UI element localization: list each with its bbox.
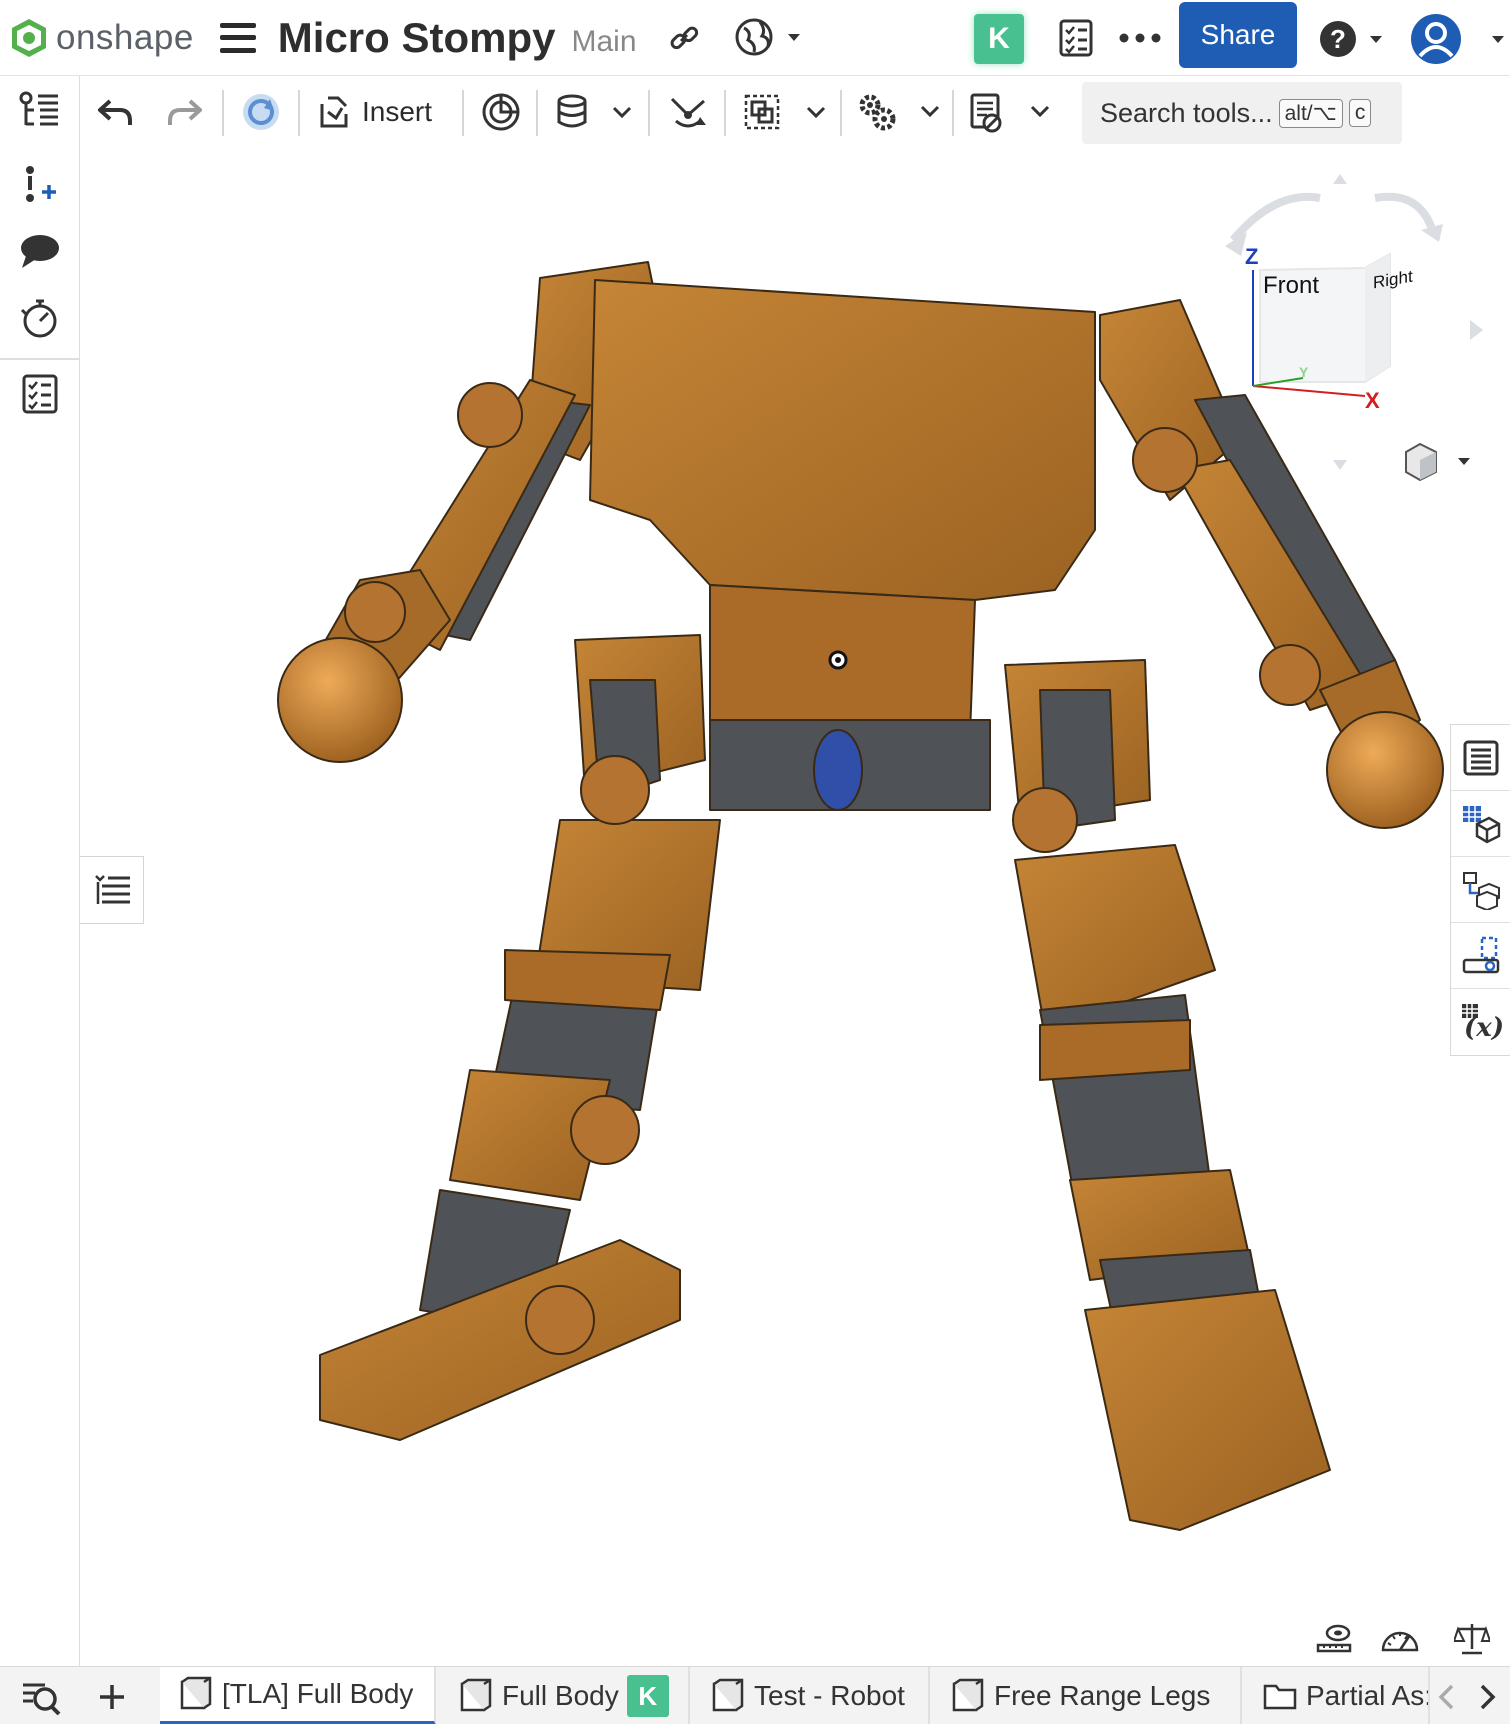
toolbar-divider [536,90,538,136]
tab-full-body[interactable]: Full Body K [440,1667,690,1724]
redo-icon[interactable] [162,88,206,136]
logo-text: onshape [56,17,194,57]
share-button[interactable]: Share [1179,2,1297,68]
variables-table-icon[interactable]: (x) [1451,989,1510,1055]
tab-tla-full-body[interactable]: [TLA] Full Body [160,1667,436,1724]
view-options-dropdown[interactable] [1398,440,1476,484]
axis-y-label: Y [1299,364,1309,380]
onshape-logo-icon [12,18,46,57]
group-dropdown[interactable] [742,88,830,136]
comments-icon[interactable] [18,228,62,272]
bom-checklist-icon[interactable] [18,372,62,416]
assembly-tab-icon [952,1678,984,1712]
history-timer-icon[interactable] [18,296,62,340]
axis-x-label: X [1365,388,1380,413]
tab-partial-assembly-folder[interactable]: Partial As: [1244,1667,1430,1724]
insert-icon [320,96,348,128]
add-variable-icon[interactable] [18,162,62,206]
view-cube-front[interactable]: Front [1263,272,1319,300]
assembly-tab-icon [180,1676,212,1710]
svg-text:(x): (x) [1464,1013,1502,1042]
search-placeholder: Search tools... [1100,97,1273,128]
public-globe-icon[interactable] [732,14,806,60]
axis-z-label: Z [1245,244,1259,269]
user-avatar-icon[interactable] [1408,12,1510,66]
tab-label: Test - Robot [754,1680,905,1711]
help-icon[interactable]: ? [1318,16,1390,62]
appearance-table-icon[interactable] [1451,791,1510,857]
assembly-tab-icon [712,1678,744,1712]
tab-test-robot[interactable]: Test - Robot [692,1667,930,1724]
mass-properties-scale-icon[interactable] [1452,1618,1492,1658]
gears-dropdown[interactable] [856,88,944,136]
regenerate-icon[interactable] [238,88,284,136]
mate-features-icon[interactable] [1451,923,1510,989]
measure-tape-icon[interactable] [1314,1618,1354,1658]
onshape-logo[interactable]: onshape [8,17,194,59]
feature-list-icon[interactable] [18,90,62,134]
tab-label: Partial As: [1306,1680,1430,1711]
toolbar-divider [648,90,650,136]
shortcut-alt-key: alt/⌥ [1278,98,1343,128]
tab-label: [TLA] Full Body [222,1678,414,1709]
search-tools-input[interactable]: Search tools... alt/⌥ c [1082,82,1402,144]
branch-name[interactable]: Main [572,25,637,59]
tab-label: Full Body [502,1680,619,1711]
toolbar-divider [724,90,726,136]
onshape-app: onshape Micro Stompy Main K Share ? Inse… [0,0,1510,1724]
tab-free-range-legs[interactable]: Free Range Legs [932,1667,1242,1724]
tab-user-badge-k: K [626,1675,669,1717]
animate-motion-icon[interactable] [664,88,712,136]
more-options-icon[interactable] [1118,20,1162,56]
checklist-icon[interactable] [1054,16,1098,60]
insert-button[interactable]: Insert [318,88,448,136]
mate-connector-icon[interactable] [478,88,524,136]
link-icon[interactable] [664,18,704,58]
shortcut-c-key: c [1348,99,1372,127]
toolbar-divider [840,90,842,136]
svg-text:?: ? [1330,24,1346,54]
rail-divider [0,358,80,360]
left-rail [0,76,80,1666]
explode-view-dropdown[interactable] [968,88,1056,136]
scroll-tabs-left-icon[interactable] [1426,1677,1466,1717]
add-tab-icon[interactable] [90,1675,134,1719]
properties-list-icon[interactable] [1451,725,1510,791]
tab-manager-search-icon[interactable] [16,1675,66,1719]
right-panel: (x) [1450,724,1510,1056]
tab-label: Free Range Legs [994,1680,1211,1711]
toolbar-divider [298,90,300,136]
document-tab-bar: [TLA] Full Body Full Body K Test - Robot… [0,1666,1510,1724]
toolbar-divider [462,90,464,136]
toolbar-divider [952,90,954,136]
folder-icon [1263,1684,1297,1710]
hamburger-menu-icon[interactable] [219,22,256,53]
user-badge-k[interactable]: K [974,14,1024,64]
assembly-tab-icon [460,1678,492,1712]
scroll-tabs-right-icon[interactable] [1468,1677,1508,1717]
protractor-icon[interactable] [1380,1618,1420,1658]
undo-icon[interactable] [94,88,138,136]
assembly-parts-icon[interactable] [1451,857,1510,923]
toolbar-divider [222,90,224,136]
insert-label: Insert [362,96,433,127]
instance-list-toggle-icon[interactable] [80,856,144,924]
document-title[interactable]: Micro Stompy [278,14,556,62]
mate-cylinder-dropdown[interactable] [552,88,636,136]
